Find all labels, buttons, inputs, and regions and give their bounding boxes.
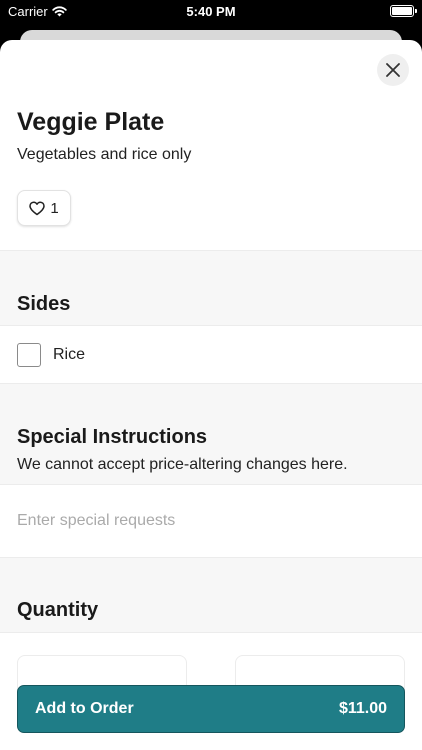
add-to-order-label: Add to Order [35, 700, 134, 717]
clock: 5:40 PM [186, 4, 236, 19]
close-icon [386, 63, 400, 77]
item-description: Vegetables and rice only [17, 146, 192, 163]
side-option-label: Rice [53, 346, 86, 363]
item-detail-sheet: Veggie Plate Vegetables and rice only 1 … [0, 40, 422, 750]
order-price: $11.00 [338, 700, 387, 717]
instructions-subtitle: We cannot accept price-altering changes … [17, 456, 348, 473]
like-count: 1 [50, 199, 59, 217]
special-requests-input[interactable] [0, 485, 422, 557]
side-option-rice[interactable]: Rice [0, 326, 422, 384]
like-button[interactable]: 1 [17, 190, 71, 226]
item-title: Veggie Plate [17, 108, 165, 136]
instructions-title: Special Instructions [17, 426, 208, 448]
quantity-title: Quantity [17, 599, 99, 621]
status-bar: Carrier 5:40 PM [0, 0, 422, 24]
heart-icon [29, 200, 46, 215]
close-button[interactable] [377, 54, 409, 86]
add-to-order-button[interactable]: Add to Order $11.00 [17, 685, 405, 733]
battery-icon [390, 5, 417, 17]
sides-title: Sides [17, 293, 71, 315]
rice-checkbox[interactable] [17, 343, 41, 367]
